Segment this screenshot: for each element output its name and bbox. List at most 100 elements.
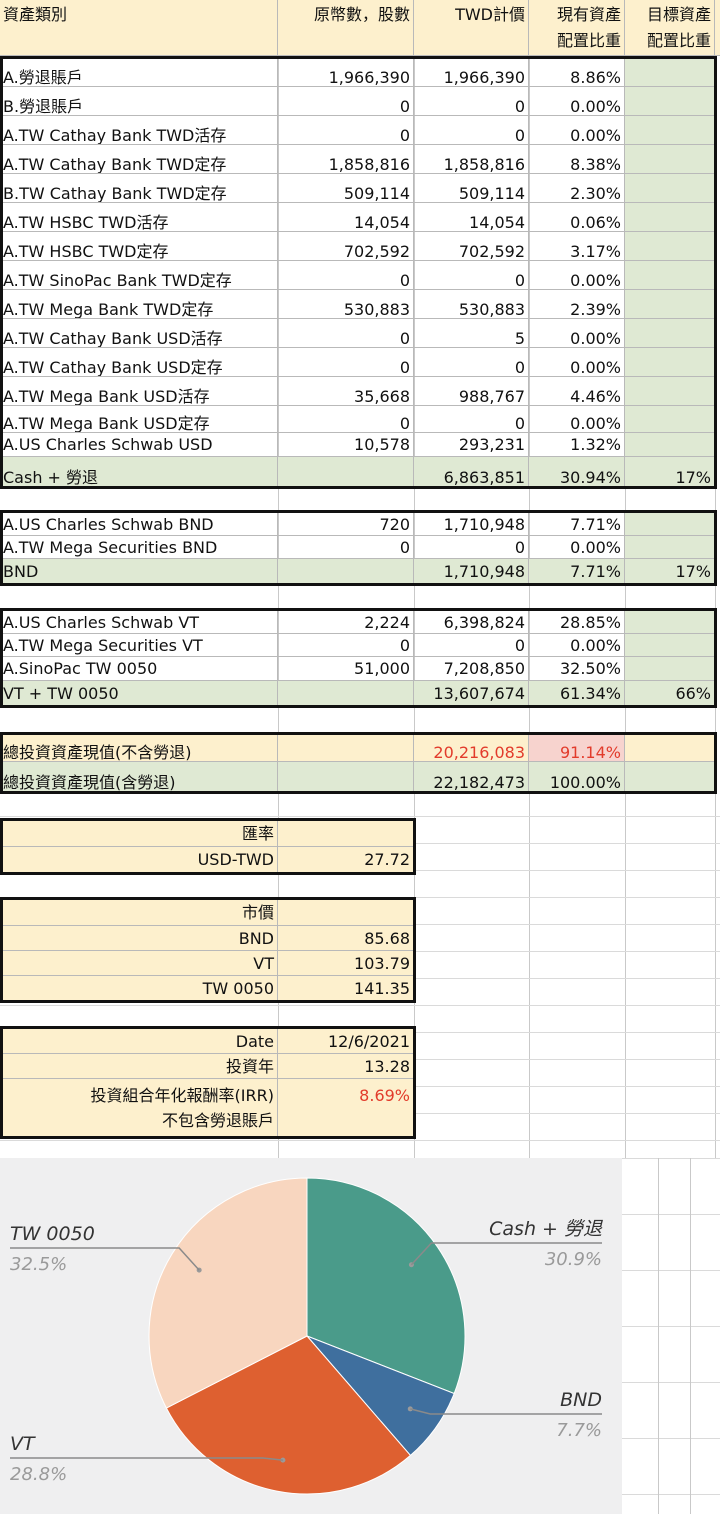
summary-ex-pension-orig[interactable] xyxy=(278,734,414,762)
cash-row-current-weight[interactable]: 0.00% xyxy=(529,348,625,377)
cash-total-target-weight[interactable]: 17% xyxy=(625,457,715,487)
cash-row-original[interactable]: 0 xyxy=(278,348,414,377)
vt-row-target-weight[interactable] xyxy=(625,634,715,657)
cash-row-target-weight[interactable] xyxy=(625,87,715,116)
cash-row-current-weight[interactable]: 4.46% xyxy=(529,377,625,406)
years-label[interactable]: 投資年 xyxy=(0,1054,278,1079)
cash-row-current-weight[interactable]: 1.32% xyxy=(529,433,625,457)
bnd-row-current-weight[interactable]: 0.00% xyxy=(529,536,625,559)
cash-row-original[interactable]: 0 xyxy=(278,406,414,433)
cash-row-name[interactable]: A.TW SinoPac Bank TWD定存 xyxy=(0,261,278,290)
cash-row-original[interactable]: 35,668 xyxy=(278,377,414,406)
cash-row-current-weight[interactable]: 0.00% xyxy=(529,116,625,145)
bnd-row-name[interactable]: A.US Charles Schwab BND xyxy=(0,513,278,536)
vt-total-target-weight[interactable]: 66% xyxy=(625,681,715,706)
cash-row-name[interactable]: A.TW Mega Bank USD定存 xyxy=(0,406,278,433)
vt-row-original[interactable]: 0 xyxy=(278,634,414,657)
cash-row-name[interactable]: A.US Charles Schwab USD xyxy=(0,433,278,457)
cash-row-name[interactable]: B.勞退賬戶 xyxy=(0,87,278,116)
cash-total-current-weight[interactable]: 30.94% xyxy=(529,457,625,487)
market-label[interactable]: VT xyxy=(0,951,278,976)
cash-row-target-weight[interactable] xyxy=(625,377,715,406)
bnd-row-twd[interactable]: 0 xyxy=(414,536,529,559)
bnd-total-twd[interactable]: 1,710,948 xyxy=(414,559,529,584)
summary-total-orig[interactable] xyxy=(278,762,414,792)
vt-row-twd[interactable]: 7,208,850 xyxy=(414,657,529,681)
cash-row-target-weight[interactable] xyxy=(625,203,715,232)
cash-row-current-weight[interactable]: 0.00% xyxy=(529,87,625,116)
cash-row-twd[interactable]: 509,114 xyxy=(414,174,529,203)
cash-row-target-weight[interactable] xyxy=(625,433,715,457)
cash-row-name[interactable]: A.TW Mega Bank USD活存 xyxy=(0,377,278,406)
cash-row-target-weight[interactable] xyxy=(625,348,715,377)
cash-row-name[interactable]: A.TW Cathay Bank TWD活存 xyxy=(0,116,278,145)
cash-row-original[interactable]: 14,054 xyxy=(278,203,414,232)
cash-total-original[interactable] xyxy=(278,457,414,487)
cash-row-current-weight[interactable]: 3.17% xyxy=(529,232,625,261)
cash-row-target-weight[interactable] xyxy=(625,406,715,433)
cash-row-twd[interactable]: 530,883 xyxy=(414,290,529,319)
cash-row-current-weight[interactable]: 0.06% xyxy=(529,203,625,232)
header-category[interactable]: 資產類別 xyxy=(0,0,278,56)
cash-row-target-weight[interactable] xyxy=(625,145,715,174)
cash-row-target-weight[interactable] xyxy=(625,319,715,348)
vt-row-name[interactable]: A.SinoPac TW 0050 xyxy=(0,657,278,681)
cash-row-current-weight[interactable]: 2.39% xyxy=(529,290,625,319)
market-label[interactable]: BND xyxy=(0,926,278,951)
allocation-pie-chart[interactable]: Cash + 勞退 30.9% BND 7.7% VT 28.8% TW 0050 32.5% xyxy=(0,1158,622,1514)
summary-ex-pension-pct[interactable]: 91.14% xyxy=(529,734,625,762)
cash-row-current-weight[interactable]: 2.30% xyxy=(529,174,625,203)
date-label[interactable]: Date xyxy=(0,1029,278,1054)
market-label[interactable]: TW 0050 xyxy=(0,976,278,1001)
cash-row-twd[interactable]: 0 xyxy=(414,87,529,116)
cash-row-target-weight[interactable] xyxy=(625,232,715,261)
cash-row-twd[interactable]: 0 xyxy=(414,261,529,290)
cash-row-target-weight[interactable] xyxy=(625,58,715,87)
vt-row-target-weight[interactable] xyxy=(625,657,715,681)
summary-total-target[interactable] xyxy=(625,762,715,792)
summary-ex-pension-target[interactable] xyxy=(625,734,715,762)
bnd-total-target-weight[interactable]: 17% xyxy=(625,559,715,584)
cash-row-name[interactable]: A.TW Cathay Bank TWD定存 xyxy=(0,145,278,174)
cash-row-original[interactable]: 509,114 xyxy=(278,174,414,203)
vt-row-twd[interactable]: 0 xyxy=(414,634,529,657)
market-value[interactable]: 141.35 xyxy=(278,976,414,1001)
cash-row-current-weight[interactable]: 8.86% xyxy=(529,58,625,87)
header-current-weight[interactable]: 現有資產 配置比重 xyxy=(529,0,625,56)
bnd-row-target-weight[interactable] xyxy=(625,513,715,536)
cash-row-twd[interactable]: 0 xyxy=(414,406,529,433)
market-title[interactable]: 市價 xyxy=(0,900,278,926)
market-value[interactable]: 103.79 xyxy=(278,951,414,976)
cash-row-target-weight[interactable] xyxy=(625,174,715,203)
market-value[interactable]: 85.68 xyxy=(278,926,414,951)
cash-row-twd[interactable]: 5 xyxy=(414,319,529,348)
cash-row-original[interactable]: 0 xyxy=(278,116,414,145)
cash-row-original[interactable]: 0 xyxy=(278,87,414,116)
bnd-row-current-weight[interactable]: 7.71% xyxy=(529,513,625,536)
cash-row-name[interactable]: A.TW HSBC TWD活存 xyxy=(0,203,278,232)
summary-total-twd[interactable]: 22,182,473 xyxy=(414,762,529,792)
cash-row-current-weight[interactable]: 0.00% xyxy=(529,319,625,348)
cash-row-name[interactable]: A.TW HSBC TWD定存 xyxy=(0,232,278,261)
cash-total-twd[interactable]: 6,863,851 xyxy=(414,457,529,487)
cash-row-twd[interactable]: 293,231 xyxy=(414,433,529,457)
cash-row-current-weight[interactable]: 0.00% xyxy=(529,406,625,433)
vt-row-original[interactable]: 2,224 xyxy=(278,611,414,634)
bnd-total-name[interactable]: BND xyxy=(0,559,278,584)
cash-row-original[interactable]: 1,858,816 xyxy=(278,145,414,174)
vt-row-name[interactable]: A.US Charles Schwab VT xyxy=(0,611,278,634)
years-value[interactable]: 13.28 xyxy=(278,1054,414,1079)
cash-row-twd[interactable]: 702,592 xyxy=(414,232,529,261)
cash-row-twd[interactable]: 0 xyxy=(414,116,529,145)
cash-row-twd[interactable]: 14,054 xyxy=(414,203,529,232)
irr-label[interactable]: 投資組合年化報酬率(IRR) 不包含勞退賬戶 xyxy=(0,1079,278,1137)
summary-ex-pension-twd[interactable]: 20,216,083 xyxy=(414,734,529,762)
vt-row-twd[interactable]: 6,398,824 xyxy=(414,611,529,634)
cash-row-original[interactable]: 702,592 xyxy=(278,232,414,261)
summary-total-name[interactable]: 總投資資產現值(含勞退) xyxy=(0,762,278,792)
cash-row-target-weight[interactable] xyxy=(625,116,715,145)
vt-row-original[interactable]: 51,000 xyxy=(278,657,414,681)
cash-row-name[interactable]: A.TW Cathay Bank USD定存 xyxy=(0,348,278,377)
vt-row-current-weight[interactable]: 0.00% xyxy=(529,634,625,657)
vt-row-current-weight[interactable]: 32.50% xyxy=(529,657,625,681)
